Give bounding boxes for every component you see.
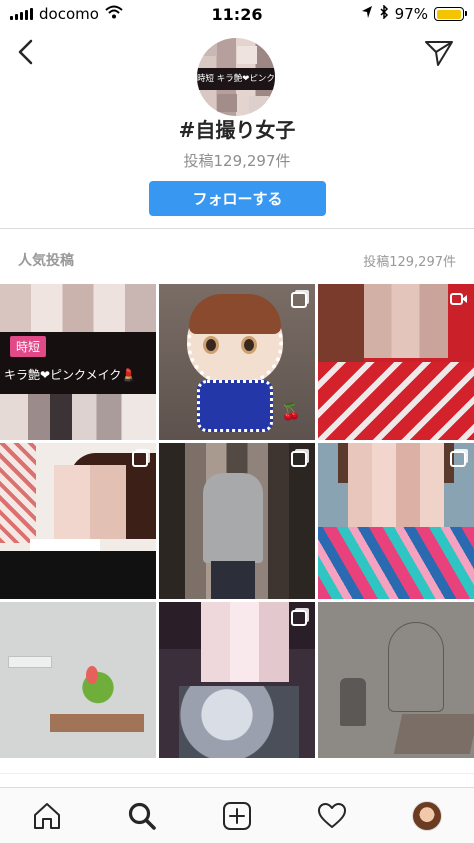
- tab-activity[interactable]: [307, 791, 357, 841]
- share-button[interactable]: [422, 36, 456, 70]
- cherry-decoration: 🍒: [281, 402, 301, 421]
- home-icon: [34, 802, 61, 829]
- wifi-icon: [105, 5, 123, 23]
- multi-photo-icon: [291, 451, 307, 467]
- multi-photo-icon: [291, 610, 307, 626]
- follow-button[interactable]: フォローする: [149, 181, 326, 216]
- paper-plane-icon: [425, 41, 453, 66]
- search-icon: [129, 802, 156, 830]
- post-thumbnail-1[interactable]: 時短 キラ艶❤ピンクメイク💄: [0, 284, 156, 440]
- grid-bottom-divider: [0, 773, 474, 774]
- add-post-icon: [222, 801, 251, 830]
- multi-photo-icon: [450, 451, 466, 467]
- profile-avatar: [411, 800, 442, 831]
- top-posts-grid: 時短 キラ艶❤ピンクメイク💄 🍒: [0, 284, 474, 758]
- heart-icon: [317, 802, 346, 828]
- tab-add-post[interactable]: [212, 791, 262, 841]
- hashtag-avatar: 時短 キラ艶❤ピンクメイク: [197, 38, 275, 116]
- bluetooth-icon: [379, 4, 389, 23]
- post-thumbnail-8[interactable]: [159, 602, 315, 758]
- top-posts-count: 投稿129,297件: [363, 254, 456, 270]
- avatar-text: 時短 キラ艶❤ピンクメイク: [197, 68, 275, 90]
- back-button[interactable]: [10, 36, 42, 68]
- top-posts-header: 人気投稿 投稿129,297件: [0, 240, 474, 280]
- battery-fill: [436, 9, 461, 19]
- video-icon: [450, 293, 467, 305]
- post-thumbnail-2[interactable]: 🍒: [159, 284, 315, 440]
- tab-search[interactable]: [117, 791, 167, 841]
- tab-home[interactable]: [22, 791, 72, 841]
- header-divider: [0, 228, 474, 229]
- post-thumbnail-5[interactable]: [159, 443, 315, 599]
- hashtag-header: 時短 キラ艶❤ピンクメイク #自撮り女子 投稿129,297件 フォローする: [0, 28, 474, 228]
- top-posts-title: 人気投稿: [18, 253, 74, 269]
- tab-profile[interactable]: [402, 791, 452, 841]
- post-overlay-text: キラ艶❤ピンクメイク💄: [4, 368, 137, 382]
- status-bar: docomo 11:26 97%: [0, 0, 474, 28]
- post-thumbnail-7[interactable]: [0, 602, 156, 758]
- post-thumbnail-9[interactable]: [318, 602, 474, 758]
- post-thumbnail-4[interactable]: [0, 443, 156, 599]
- status-left: docomo: [10, 5, 123, 23]
- carrier-label: docomo: [39, 5, 99, 23]
- battery-icon: [434, 7, 467, 21]
- post-overlay-badge: 時短: [10, 336, 47, 357]
- post-count: 投稿129,297件: [183, 152, 291, 170]
- signal-icon: [10, 8, 33, 20]
- hashtag-title: #自撮り女子: [178, 118, 296, 142]
- multi-photo-icon: [291, 292, 307, 308]
- multi-photo-icon: [132, 451, 148, 467]
- location-icon: [361, 5, 373, 23]
- post-thumbnail-6[interactable]: [318, 443, 474, 599]
- post-thumbnail-3[interactable]: [318, 284, 474, 440]
- chevron-left-icon: [18, 39, 33, 65]
- bottom-tab-bar: [0, 787, 474, 843]
- battery-percent: 97%: [394, 5, 428, 23]
- status-right: 97%: [361, 4, 467, 23]
